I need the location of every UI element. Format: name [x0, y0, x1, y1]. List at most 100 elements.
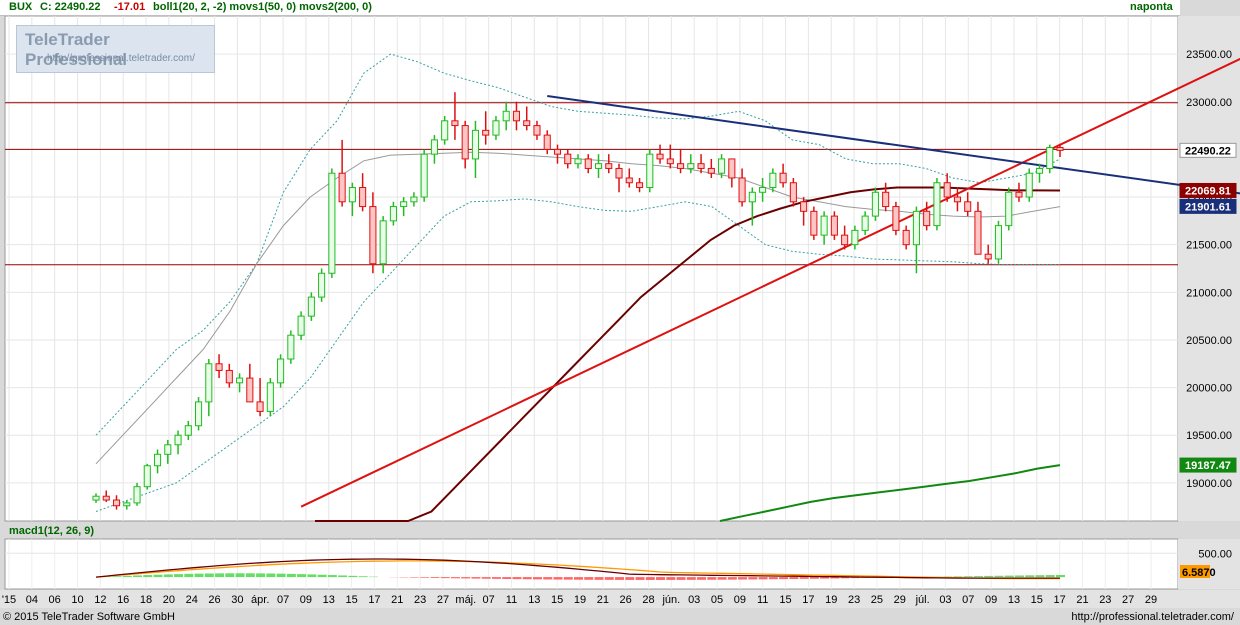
candle-body: [656, 153, 664, 160]
logo-url: http://professional.teletrader.com/: [47, 53, 195, 64]
x-tick-label: 21: [1076, 594, 1088, 606]
x-tick-label: 15: [551, 594, 563, 606]
candle-body: [543, 134, 551, 150]
x-tick-label: 23: [414, 594, 426, 606]
x-tick-label: 17: [368, 594, 380, 606]
macd-hist-bar: [204, 573, 214, 578]
candle: [328, 168, 336, 279]
x-tick-label: 07: [962, 594, 974, 606]
macd-hist-bar: [666, 577, 676, 580]
macd-hist-bar: [953, 576, 963, 578]
y-tick-label: 21000.00: [1186, 287, 1232, 299]
candle: [195, 397, 203, 431]
macd-label: macd1(12, 26, 9): [9, 525, 94, 537]
price-axis-area: [1178, 16, 1240, 521]
macd-hist-bar: [768, 577, 778, 580]
macd-hist-bar: [686, 577, 696, 580]
x-tick-label: 11: [506, 594, 517, 606]
footer-url-link[interactable]: http://professional.teletrader.com/: [1071, 609, 1234, 625]
candle: [1025, 168, 1033, 202]
macd-hist-bar: [461, 577, 471, 579]
candle-body: [800, 201, 808, 212]
candle-body: [1056, 146, 1064, 151]
x-tick-label: 11: [757, 594, 768, 606]
candle-body: [502, 110, 510, 122]
candle-body: [646, 153, 654, 189]
macd-hist-bar: [235, 573, 245, 578]
candle: [871, 187, 879, 221]
x-tick-label: 09: [734, 594, 746, 606]
y-tick-label: 19000.00: [1186, 478, 1232, 490]
candle-body: [1035, 167, 1044, 174]
macd-hist-bar: [163, 574, 173, 578]
y-tick-label: 23000.00: [1186, 97, 1232, 109]
macd-hist-bar: [440, 577, 450, 579]
candle-body: [687, 163, 695, 169]
x-tick-label: 15: [779, 594, 791, 606]
candle-body: [215, 363, 223, 371]
candle-body: [123, 502, 131, 507]
candle-body: [851, 229, 859, 246]
macd-hist-bar: [799, 577, 809, 579]
candle-body: [1025, 172, 1033, 198]
price-label-text: 22069.81: [1185, 185, 1231, 197]
x-tick-label: 27: [1122, 594, 1134, 606]
macd-header: macd1(12, 26, 9): [0, 524, 1180, 539]
candle-body: [1015, 191, 1023, 198]
symbol-label: BUX: [9, 1, 33, 13]
candle: [297, 311, 305, 340]
x-tick-label: 10: [71, 594, 83, 606]
candle: [933, 177, 941, 231]
macd-hist-bar: [738, 577, 748, 580]
macd-hist-bar: [522, 577, 532, 580]
macd-hist-bar: [707, 577, 717, 580]
candle-body: [902, 229, 910, 246]
candle: [287, 330, 295, 364]
y-tick-label: 20500.00: [1186, 335, 1232, 347]
macd-hist-bar: [174, 574, 184, 578]
candle-body: [143, 465, 151, 488]
x-tick-label: 13: [1008, 594, 1020, 606]
candle-body: [861, 215, 869, 231]
candle-body: [266, 382, 274, 412]
macd-hist-bar: [256, 573, 266, 578]
candle-body: [748, 191, 756, 203]
copyright-text: © 2015 TeleTrader Software GmbH: [3, 611, 175, 623]
x-tick-label: 29: [894, 594, 906, 606]
candle-body: [553, 148, 562, 155]
period-label[interactable]: naponta: [1130, 0, 1173, 15]
candle-body: [871, 191, 879, 217]
chart-header: BUX C: 22490.22 -17.01 boll1(20, 2, -2) …: [0, 0, 1180, 16]
macd-hist-bar: [615, 577, 625, 580]
candle-body: [492, 120, 500, 136]
candle-body: [953, 196, 961, 203]
candle-body: [615, 167, 623, 179]
indicator-label: boll1(20, 2, -2) movs1(50, 0) movs2(200,…: [153, 1, 372, 13]
macd-hist-bar: [563, 577, 573, 580]
candle-body: [789, 182, 797, 203]
candle-body: [400, 201, 408, 208]
candle-body: [205, 363, 213, 403]
candle-body: [92, 495, 100, 501]
x-tick-label: 23: [848, 594, 860, 606]
price-label-text: 19187.47: [1185, 460, 1231, 472]
y-tick-label: 23500.00: [1186, 49, 1232, 61]
macd-hist-bar: [245, 573, 255, 578]
candle-body: [1005, 191, 1013, 227]
candle-body: [318, 272, 326, 298]
candle-body: [697, 163, 705, 169]
macd-hist-bar: [994, 575, 1004, 578]
candle-body: [635, 182, 644, 189]
macd-hist-bar: [297, 574, 307, 578]
macd-hist-bar: [553, 577, 563, 580]
x-tick-label: 13: [323, 594, 335, 606]
x-tick-label: 25: [871, 594, 883, 606]
candle-body: [974, 210, 982, 255]
candle-body: [297, 315, 305, 336]
macd-hist-bar: [779, 577, 789, 580]
macd-hist-bar: [645, 577, 655, 580]
macd-hist-bar: [450, 577, 460, 579]
candle-body: [769, 172, 777, 189]
macd-hist-bar: [748, 577, 758, 580]
candle-body: [482, 129, 490, 136]
